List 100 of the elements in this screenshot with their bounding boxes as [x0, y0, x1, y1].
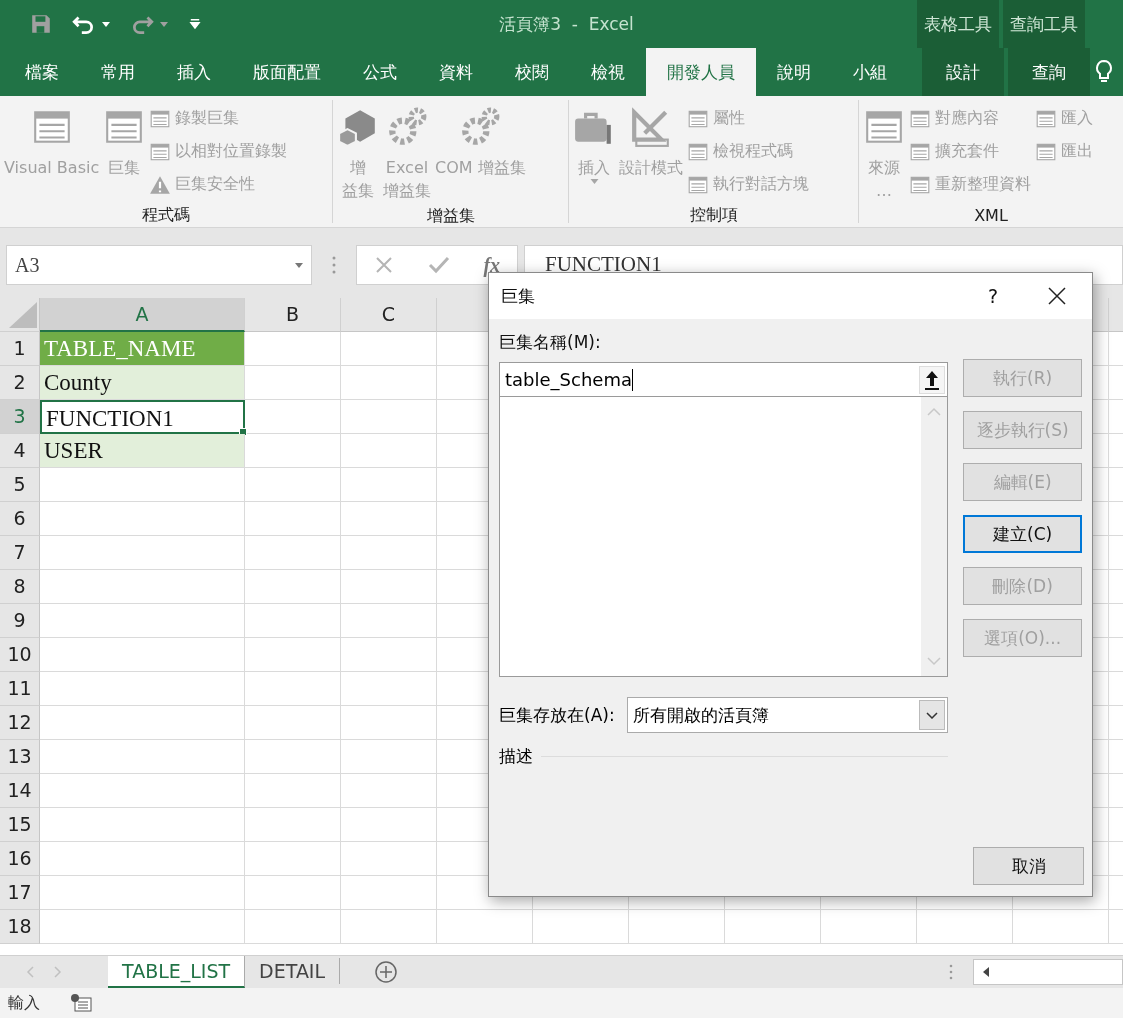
sheet-tab[interactable]: DETAIL [245, 958, 341, 984]
row-header[interactable]: 8 [0, 570, 40, 604]
grid-cell[interactable] [341, 468, 437, 502]
row-header[interactable]: 12 [0, 706, 40, 740]
column-header[interactable]: B [245, 298, 341, 332]
row-header[interactable]: 18 [0, 910, 40, 944]
row-header[interactable]: 3 [0, 400, 40, 434]
grid-cell[interactable] [341, 332, 437, 366]
help-button[interactable]: ? [987, 285, 998, 307]
row-header[interactable]: 5 [0, 468, 40, 502]
grid-cell[interactable] [341, 366, 437, 400]
row-header[interactable]: 11 [0, 672, 40, 706]
dropdown-button[interactable] [919, 700, 946, 730]
scroll-left-icon[interactable] [982, 967, 990, 977]
ribbon-tab[interactable]: 插入 [156, 48, 232, 96]
ribbon-tab[interactable]: 檢視 [570, 48, 646, 96]
grid-cell[interactable] [245, 332, 341, 366]
grid-cell[interactable] [40, 536, 245, 570]
grid-cell[interactable] [40, 570, 245, 604]
close-icon[interactable] [1048, 287, 1066, 305]
dialog-button[interactable]: 建立(C) [963, 515, 1082, 553]
ribbon-tab[interactable]: 資料 [418, 48, 494, 96]
grid-cell[interactable] [341, 434, 437, 468]
grid-cell[interactable] [245, 706, 341, 740]
grid-cell[interactable] [245, 740, 341, 774]
grid-cell[interactable] [341, 502, 437, 536]
grid-cell[interactable] [245, 502, 341, 536]
row-header[interactable]: 9 [0, 604, 40, 638]
ribbon-tab[interactable]: 開發人員 [646, 48, 756, 96]
drag-handle-icon[interactable] [332, 255, 336, 275]
column-header[interactable]: C [341, 298, 437, 332]
record-macro-icon[interactable] [70, 994, 92, 1012]
row-header[interactable]: 2 [0, 366, 40, 400]
customize-icon[interactable] [188, 17, 202, 31]
drag-handle-icon[interactable] [949, 963, 953, 981]
grid-cell[interactable] [40, 706, 245, 740]
check-icon[interactable] [427, 255, 450, 275]
table-cell[interactable]: County [40, 366, 245, 400]
column-header[interactable]: A [40, 298, 245, 332]
grid-cell[interactable] [40, 876, 245, 910]
grid-cell[interactable] [341, 536, 437, 570]
macro-name-field[interactable]: table_Schema [499, 362, 949, 397]
grid-cell[interactable] [40, 740, 245, 774]
ribbon-tab[interactable]: 版面配置 [232, 48, 342, 96]
scroll-up-icon[interactable] [927, 407, 942, 417]
row-header[interactable]: 15 [0, 808, 40, 842]
scroll-down-icon[interactable] [927, 656, 942, 666]
row-header[interactable]: 14 [0, 774, 40, 808]
grid-cell[interactable] [1013, 910, 1109, 944]
table-cell[interactable]: USER [40, 434, 245, 468]
grid-cell[interactable] [437, 910, 533, 944]
grid-cell[interactable] [245, 808, 341, 842]
grid-cell[interactable] [725, 910, 821, 944]
grid-cell[interactable] [40, 672, 245, 706]
select-all-icon[interactable] [9, 302, 37, 328]
row-header[interactable]: 16 [0, 842, 40, 876]
grid-cell[interactable] [341, 774, 437, 808]
ribbon-tab[interactable]: 查詢 [1008, 48, 1090, 96]
sheet-tab[interactable]: TABLE_LIST [108, 956, 246, 988]
grid-cell[interactable] [341, 876, 437, 910]
grid-cell[interactable] [245, 366, 341, 400]
ribbon-tab[interactable]: 說明 [756, 48, 832, 96]
grid-cell[interactable] [341, 672, 437, 706]
ribbon-tab[interactable]: 小組 [832, 48, 908, 96]
grid-cell[interactable] [40, 774, 245, 808]
grid-cell[interactable] [245, 434, 341, 468]
grid-cell[interactable] [40, 604, 245, 638]
grid-cell[interactable] [341, 842, 437, 876]
grid-cell[interactable] [821, 910, 917, 944]
row-header[interactable]: 17 [0, 876, 40, 910]
grid-cell[interactable] [245, 774, 341, 808]
add-sheet-icon[interactable] [374, 960, 399, 984]
grid-cell[interactable] [341, 570, 437, 604]
grid-cell[interactable] [245, 842, 341, 876]
row-header[interactable]: 6 [0, 502, 40, 536]
grid-cell[interactable] [341, 706, 437, 740]
grid-cell[interactable] [533, 910, 629, 944]
next-sheet-icon[interactable] [54, 966, 62, 978]
lightbulb-icon[interactable] [1094, 59, 1114, 85]
grid-cell[interactable] [245, 672, 341, 706]
grid-cell[interactable] [917, 910, 1013, 944]
cancel-button[interactable]: 取消 [973, 847, 1084, 885]
store-dropdown[interactable]: 所有開啟的活頁簿 [626, 697, 949, 733]
grid-cell[interactable] [341, 638, 437, 672]
name-box[interactable]: A3 [6, 245, 312, 285]
collapse-icon[interactable] [919, 366, 946, 394]
grid-cell[interactable] [245, 570, 341, 604]
row-header[interactable]: 10 [0, 638, 40, 672]
grid-cell[interactable] [40, 808, 245, 842]
grid-cell[interactable] [40, 842, 245, 876]
previous-sheet-icon[interactable] [26, 966, 34, 978]
horizontal-scrollbar[interactable] [973, 959, 1123, 985]
grid-cell[interactable] [245, 536, 341, 570]
grid-cell[interactable] [341, 604, 437, 638]
grid-cell[interactable] [341, 910, 437, 944]
grid-cell[interactable] [341, 808, 437, 842]
row-header[interactable]: 13 [0, 740, 40, 774]
grid-cell[interactable] [245, 400, 341, 434]
grid-cell[interactable] [341, 740, 437, 774]
ribbon-tab[interactable]: 設計 [922, 48, 1004, 96]
